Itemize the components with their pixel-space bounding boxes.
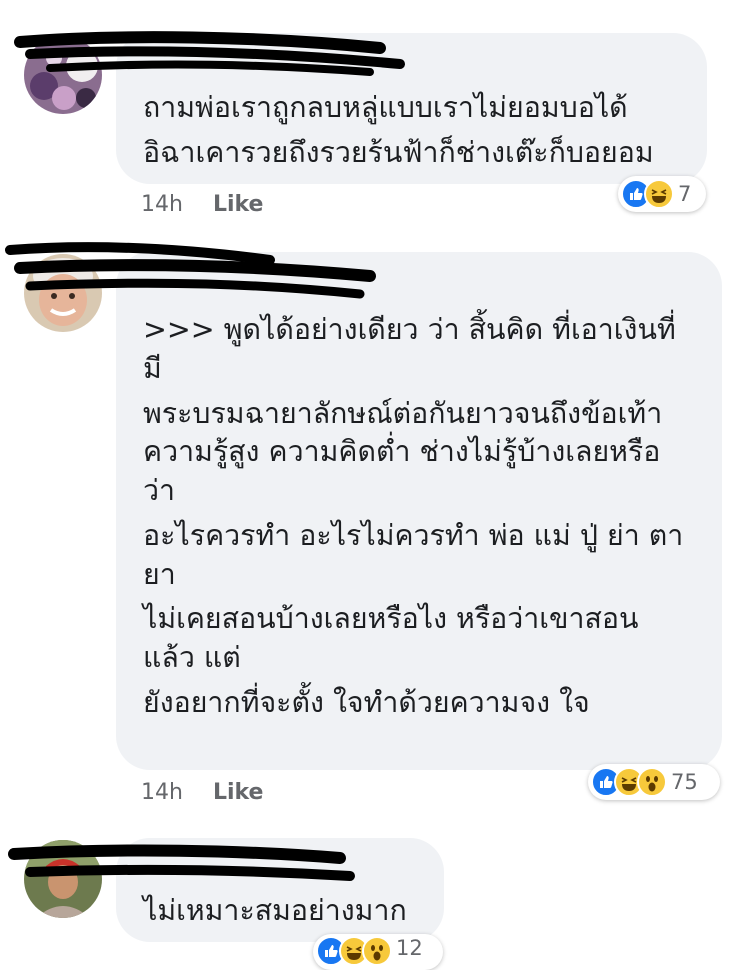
reaction-count: 75 [671,770,698,794]
comment-text-line: ไม่เหมาะสมอย่างมาก [143,894,407,927]
avatar[interactable] [24,254,102,332]
reaction-count: 7 [678,182,692,206]
comment-timestamp[interactable]: 14h [141,192,183,217]
reaction-summary[interactable]: 12 [313,934,443,970]
reaction-count: 12 [396,936,423,960]
comment-text-line: อิฉาเคารวยถึงรวยร้นฟ้าก็ช่างเต๊ะก็บอยอม [143,135,654,169]
like-button[interactable]: Like [213,780,264,805]
wow-icon [637,767,667,797]
comment-text-line: อะไรควรทำ อะไรไม่ควรทำ พ่อ แม่ ปู่ ย่า ต… [143,518,684,552]
comment-actions: 14h Like [141,192,263,217]
comment-bubble: ไม่เหมาะสมอย่างมาก [116,838,444,942]
comment-text-line: มี [143,351,162,385]
wow-icon [362,936,392,966]
comment-bubble: ถามพ่อเราถูกลบหลู่แบบเราไม่ยอมบอได้ อิฉา… [116,33,707,184]
comment-timestamp[interactable]: 14h [141,780,183,805]
reaction-summary[interactable]: 75 [588,764,720,800]
avatar[interactable] [24,840,102,918]
avatar[interactable] [24,36,102,114]
comment-text-line: ยังอยากที่จะตั้ง ใจทำด้วยความจง ใจ [143,685,590,719]
comment-text-line: แล้ว แต่ [143,641,241,675]
comment-text-line: ยา [143,557,176,591]
reaction-summary[interactable]: 7 [618,176,706,212]
avatar-image [24,36,102,114]
like-button[interactable]: Like [213,192,264,217]
comment-text-line: ว่า [143,474,176,508]
comment-text-line: >>> พูดได้อย่างเดียว ว่า สิ้นคิด ที่เอาเ… [143,313,676,346]
haha-icon [644,179,674,209]
comment-text-line: ถามพ่อเราถูกลบหลู่แบบเราไม่ยอมบอได้ [143,91,628,124]
comment-text-line: ความรู้สูง ความคิดต่ำ ช่างไม่รู้บ้างเลยห… [143,435,661,469]
avatar-image [24,254,102,332]
comment-text-line: ไม่เคยสอนบ้างเลยหรือไง หรือว่าเขาสอน [143,602,639,636]
comment-actions: 14h Like [141,780,263,805]
comment-text-line: พระบรมฉายาลักษณ์ต่อกันยาวจนถึงข้อเท้า [143,396,663,430]
avatar-image [24,840,102,918]
comment-bubble: >>> พูดได้อย่างเดียว ว่า สิ้นคิด ที่เอาเ… [116,252,722,770]
